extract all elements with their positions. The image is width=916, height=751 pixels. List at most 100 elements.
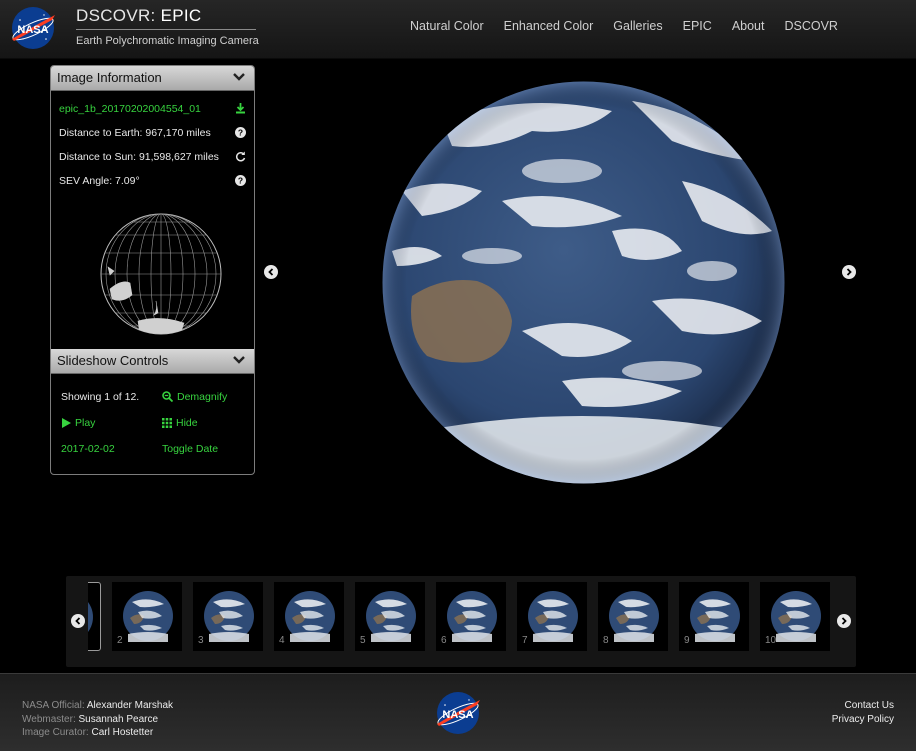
thumbnail-item[interactable] (88, 582, 101, 651)
thumbnail-item[interactable]: 9 (679, 582, 749, 651)
nasa-logo-icon[interactable]: NASA (8, 5, 58, 51)
thumbnails-viewport: 2 3 4 5 6 7 8 9 10 (88, 582, 836, 658)
thumbnails-next-button[interactable] (837, 614, 851, 628)
thumbnail-earth-image (609, 591, 659, 642)
thumbnail-earth-image (285, 591, 335, 642)
thumbnail-item[interactable]: 6 (436, 582, 506, 651)
thumbnails-prev-button[interactable] (71, 614, 85, 628)
official-label: NASA Official: (22, 700, 85, 711)
prev-image-button[interactable] (264, 265, 278, 279)
thumbnail-number: 9 (684, 635, 690, 646)
slideshow-count: Showing 1 of 12. (61, 391, 140, 403)
official-name: Alexander Marshak (86, 700, 174, 711)
next-image-button[interactable] (842, 265, 856, 279)
thumbnail-earth-image (88, 602, 93, 632)
image-information-title: Image Information (57, 70, 162, 85)
thumbnail-strip: 2 3 4 5 6 7 8 9 10 (66, 576, 856, 667)
thumbnail-item[interactable]: 8 (598, 582, 668, 651)
contact-us-link[interactable]: Contact Us (832, 699, 894, 713)
site-header: NASA DSCOVR: EPIC Earth Polychromatic Im… (0, 0, 916, 59)
thumbnail-earth-image (366, 591, 416, 642)
curator-name: Carl Hostetter (91, 727, 154, 738)
nav-epic[interactable]: EPIC (683, 19, 712, 33)
nav-enhanced-color[interactable]: Enhanced Color (504, 19, 594, 33)
arrow-left-icon (268, 268, 274, 276)
thumbnail-number: 3 (198, 635, 204, 646)
demagnify-button[interactable]: Demagnify (162, 391, 227, 403)
svg-text:NASA: NASA (442, 709, 473, 721)
slideshow-controls-header[interactable]: Slideshow Controls (51, 349, 254, 374)
privacy-policy-link[interactable]: Privacy Policy (832, 713, 894, 727)
footer-credits: NASA Official: Alexander Marshak Webmast… (22, 699, 173, 740)
zoom-icon (162, 391, 174, 403)
slideshow-controls: Showing 1 of 12. Demagnify Play Hide 201… (51, 374, 254, 474)
image-filename-link[interactable]: epic_1b_20170202004554_01 (59, 103, 201, 115)
hide-label: Hide (176, 417, 198, 429)
thumbnail-number: 7 (522, 635, 528, 646)
info-panel: Image Information epic_1b_20170202004554… (50, 65, 255, 475)
slideshow-controls-title: Slideshow Controls (57, 353, 169, 368)
arrow-right-icon (841, 617, 847, 625)
chevron-down-icon[interactable] (232, 69, 246, 83)
distance-sun-text: Distance to Sun: 91,598,627 miles (59, 151, 219, 163)
thumbnail-item[interactable]: 3 (193, 582, 263, 651)
orientation-globe (100, 213, 222, 335)
thumbnail-number: 8 (603, 635, 609, 646)
sev-angle-text: SEV Angle: 7.09° (59, 175, 140, 187)
title-strong: EPIC (160, 6, 202, 25)
svg-text:?: ? (238, 176, 243, 186)
arrow-left-icon (75, 617, 81, 625)
curator-label: Image Curator: (22, 727, 89, 738)
distance-earth-text: Distance to Earth: 967,170 miles (59, 127, 211, 139)
nav-about[interactable]: About (732, 19, 765, 33)
image-filename-row: epic_1b_20170202004554_01 (51, 97, 254, 121)
distance-earth-row: Distance to Earth: 967,170 miles ? (51, 121, 254, 145)
arrow-right-icon (846, 268, 852, 276)
download-icon[interactable] (235, 103, 246, 114)
site-footer: NASA Official: Alexander Marshak Webmast… (0, 673, 916, 751)
refresh-icon[interactable] (235, 151, 246, 162)
thumbnail-item[interactable]: 2 (112, 582, 182, 651)
thumbnail-item[interactable]: 7 (517, 582, 587, 651)
thumbnail-number: 6 (441, 635, 447, 646)
nasa-logo-icon[interactable]: NASA (433, 690, 483, 736)
webmaster-label: Webmaster: (22, 713, 76, 725)
svg-text:?: ? (238, 128, 243, 138)
grid-icon (162, 418, 172, 428)
thumbnail-earth-image (123, 591, 173, 642)
distance-sun-row: Distance to Sun: 91,598,627 miles (51, 145, 254, 169)
play-label: Play (75, 417, 96, 429)
thumbnail-earth-image (528, 591, 578, 642)
question-icon[interactable]: ? (235, 175, 246, 186)
svg-text:NASA: NASA (17, 24, 48, 36)
footer-links: Contact Us Privacy Policy (832, 699, 894, 726)
thumbnail-number: 10 (765, 635, 777, 646)
nav-galleries[interactable]: Galleries (613, 19, 662, 33)
main-nav: Natural Color Enhanced Color Galleries E… (400, 19, 848, 33)
play-icon (62, 418, 71, 428)
nav-dscovr[interactable]: DSCOVR (784, 19, 837, 33)
thumbnail-earth-image (204, 591, 254, 642)
site-title: DSCOVR: EPIC Earth Polychromatic Imaging… (76, 6, 259, 47)
hide-button[interactable]: Hide (162, 417, 198, 429)
toggle-date-button[interactable]: Toggle Date (162, 443, 218, 455)
thumbnail-earth-image (771, 591, 821, 642)
thumbnail-item[interactable]: 4 (274, 582, 344, 651)
question-icon[interactable]: ? (235, 127, 246, 138)
site-subtitle: Earth Polychromatic Imaging Camera (76, 35, 259, 47)
title-prefix: DSCOVR: (76, 6, 161, 25)
sev-angle-row: SEV Angle: 7.09° ? (51, 169, 254, 193)
earth-image[interactable] (382, 81, 785, 484)
nav-natural-color[interactable]: Natural Color (410, 19, 484, 33)
chevron-down-icon[interactable] (232, 352, 246, 366)
thumbnail-item[interactable]: 10 (760, 582, 830, 651)
thumbnail-number: 4 (279, 635, 285, 646)
image-information-header[interactable]: Image Information (51, 66, 254, 91)
play-button[interactable]: Play (61, 417, 95, 429)
thumbnail-item[interactable]: 5 (355, 582, 425, 651)
webmaster-name: Susannah Pearce (78, 713, 159, 725)
demagnify-label: Demagnify (177, 391, 228, 403)
date-link[interactable]: 2017-02-02 (61, 443, 115, 455)
thumbnail-number: 5 (360, 635, 366, 646)
thumbnail-earth-image (690, 591, 740, 642)
